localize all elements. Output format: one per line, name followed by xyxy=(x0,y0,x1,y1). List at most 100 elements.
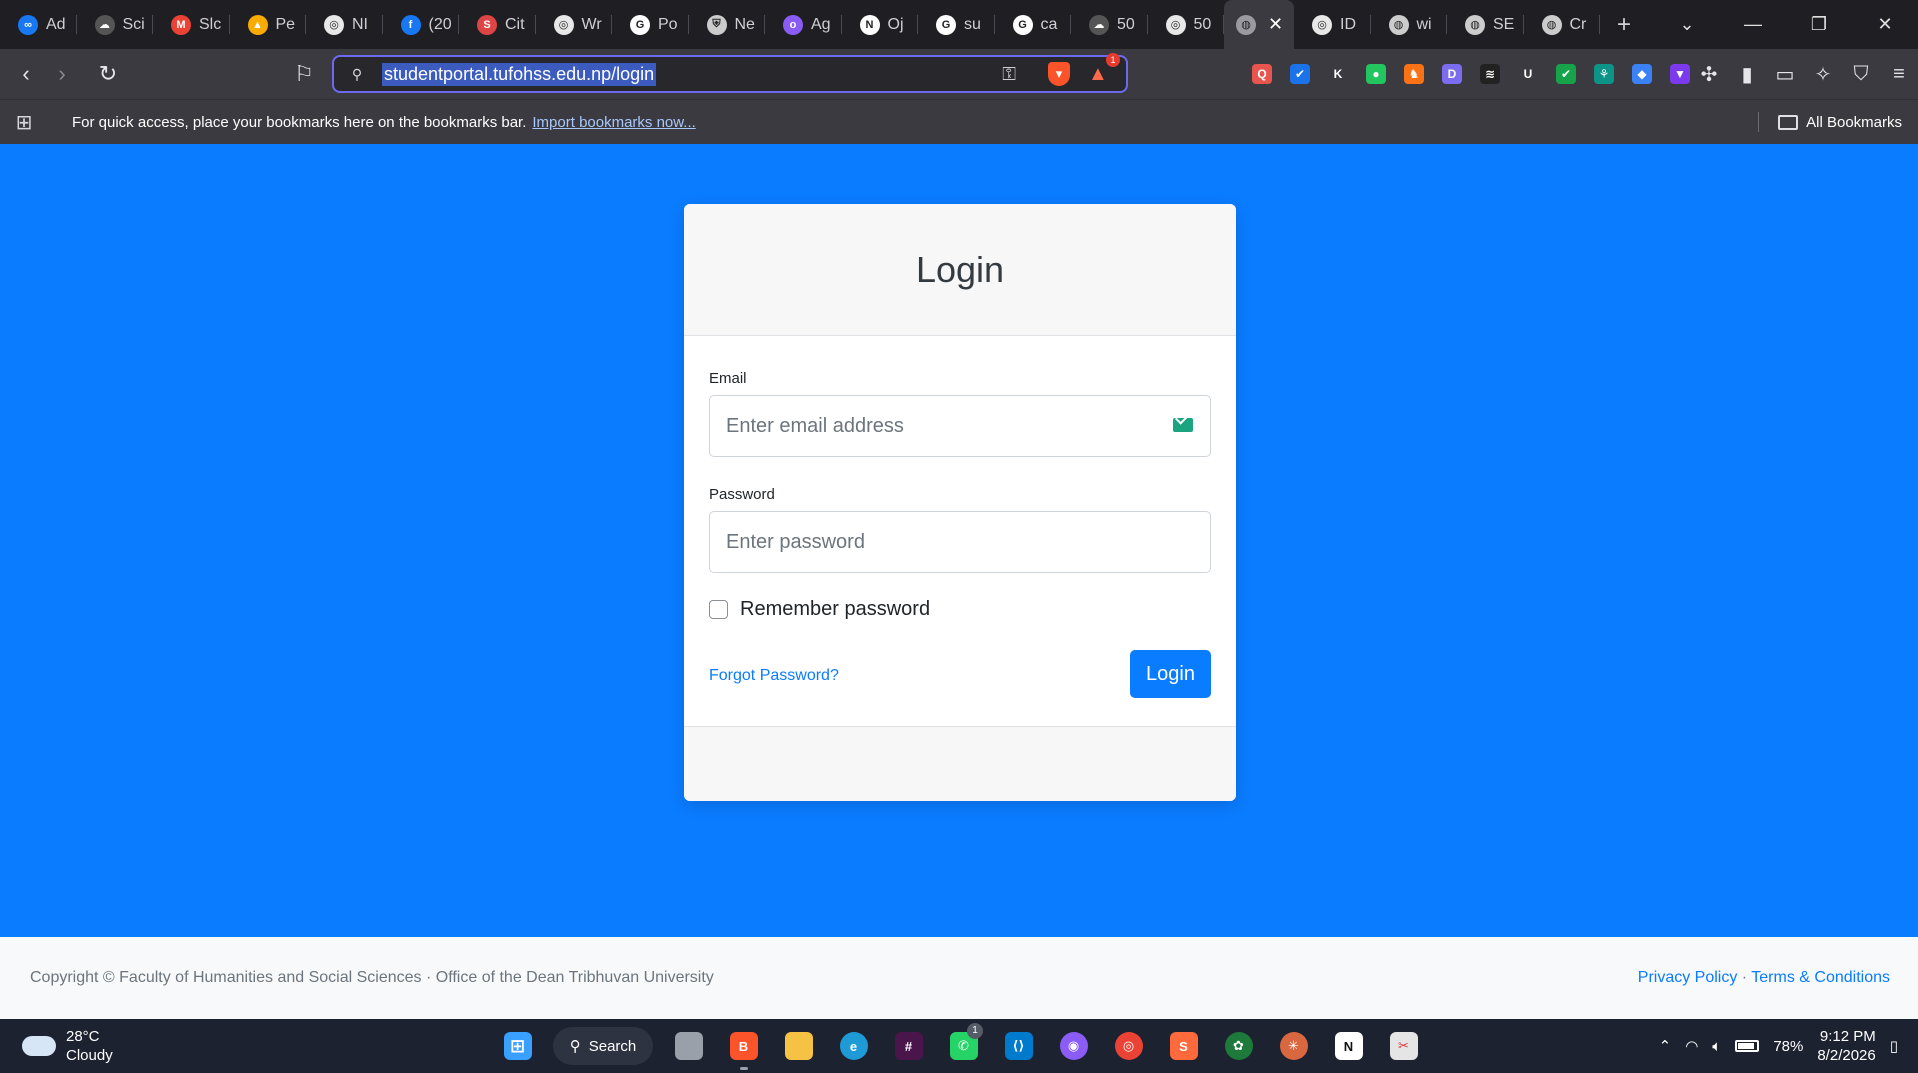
restore-button[interactable]: ❐ xyxy=(1786,14,1852,35)
clock[interactable]: 9:12 PM 8/2/2026 xyxy=(1817,1027,1875,1065)
remember-checkbox[interactable] xyxy=(709,600,728,619)
brave-shields-icon[interactable]: ▾ xyxy=(1048,62,1070,86)
close-tab-icon[interactable]: ✕ xyxy=(1268,14,1283,35)
tab[interactable]: M Slc xyxy=(153,0,230,49)
tab[interactable]: ◍ wi xyxy=(1371,0,1448,49)
minimize-button[interactable]: — xyxy=(1720,14,1786,35)
taskbar-vscode[interactable]: ⟨⟩ xyxy=(991,1019,1046,1073)
import-bookmarks-link[interactable]: Import bookmarks now... xyxy=(532,114,695,131)
menu-icon[interactable]: ≡ xyxy=(1880,63,1918,86)
extension-button[interactable]: D xyxy=(1433,49,1471,99)
wifi-icon[interactable]: ◠ xyxy=(1685,1037,1698,1055)
leo-ai-icon[interactable]: ✧ xyxy=(1804,62,1842,87)
show-hidden-icons-icon[interactable]: ⌃ xyxy=(1659,1037,1672,1055)
footer-links: Privacy Policy · Terms & Conditions xyxy=(1638,969,1890,987)
tab-search-chevron-icon[interactable]: ⌄ xyxy=(1654,14,1720,35)
tab[interactable]: f (20 xyxy=(383,0,460,49)
taskbar-github[interactable]: ◉ xyxy=(1046,1019,1101,1073)
tab[interactable]: ◍ Cr xyxy=(1524,0,1601,49)
shield-icon: ⛨ xyxy=(706,14,727,35)
battery-icon[interactable] xyxy=(1735,1040,1760,1052)
terms-conditions-link[interactable]: Terms & Conditions xyxy=(1751,969,1890,986)
taskbar-whatsapp[interactable]: ✆ 1 xyxy=(936,1019,991,1073)
tab[interactable]: ⛨ Ne xyxy=(689,0,766,49)
volume-icon[interactable]: 🔈︎ xyxy=(1712,1038,1721,1055)
tab[interactable]: ∞ Ad xyxy=(0,0,77,49)
tab[interactable]: ◎ 50 xyxy=(1148,0,1225,49)
reload-button[interactable]: ↻ xyxy=(90,56,126,92)
url-text[interactable]: studentportal.tufohss.edu.np/login xyxy=(382,62,657,86)
forgot-password-link[interactable]: Forgot Password? xyxy=(709,667,839,685)
tab[interactable]: S Cit xyxy=(459,0,536,49)
privacy-policy-link[interactable]: Privacy Policy xyxy=(1638,969,1738,986)
tab-label: Pe xyxy=(275,15,296,33)
bookmark-icon[interactable]: ⚐ xyxy=(286,56,322,92)
extension-button[interactable]: U xyxy=(1509,49,1547,99)
extension-button[interactable]: ◆ xyxy=(1623,49,1661,99)
tab[interactable]: ▲ Pe xyxy=(230,0,307,49)
notifications-icon[interactable]: ▯ xyxy=(1890,1037,1898,1055)
time: 9:12 PM xyxy=(1819,1028,1876,1045)
tab[interactable]: Gsu xyxy=(918,0,995,49)
tab-label: NI xyxy=(352,15,368,33)
password-key-icon[interactable]: ⚿ xyxy=(1002,64,1016,85)
new-tab-button[interactable]: + xyxy=(1600,11,1648,39)
tab[interactable]: N Oj xyxy=(842,0,919,49)
extension-button[interactable]: ♞ xyxy=(1395,49,1433,99)
extension-button[interactable]: ✔ xyxy=(1281,49,1319,99)
google-icon: G xyxy=(1012,14,1033,35)
extension-button[interactable]: Q xyxy=(1243,49,1281,99)
password-field[interactable] xyxy=(709,511,1211,573)
extension-button[interactable]: ✔ xyxy=(1547,49,1585,99)
taskbar-notion[interactable]: N xyxy=(1321,1019,1376,1073)
taskbar-sublime[interactable]: S xyxy=(1156,1019,1211,1073)
email-field[interactable] xyxy=(709,395,1211,457)
agent-icon: o xyxy=(783,14,803,35)
taskbar-chrome[interactable]: ◎ xyxy=(1101,1019,1156,1073)
taskbar-app-green[interactable]: ✿ xyxy=(1211,1019,1266,1073)
tab-active[interactable]: ◍ ✕ xyxy=(1224,0,1294,49)
cloud-icon xyxy=(22,1036,56,1056)
login-form: Email Password Remember password Forgot … xyxy=(684,336,1236,726)
tab[interactable]: G Po xyxy=(612,0,689,49)
extensions-puzzle-icon[interactable]: ✣ xyxy=(1690,62,1728,87)
taskbar-claude[interactable]: ✳ xyxy=(1266,1019,1321,1073)
task-view-button[interactable] xyxy=(661,1019,716,1073)
email-autofill-icon[interactable] xyxy=(1173,418,1193,432)
close-window-button[interactable]: ✕ xyxy=(1852,14,1918,35)
taskbar-edge[interactable]: e xyxy=(826,1019,881,1073)
taskbar-slack[interactable]: # xyxy=(881,1019,936,1073)
login-button[interactable]: Login xyxy=(1130,650,1211,698)
vpn-shield-icon[interactable]: ⛉ xyxy=(1842,63,1880,86)
tab[interactable]: ◎ ID xyxy=(1294,0,1371,49)
address-bar[interactable]: ⚲ studentportal.tufohss.edu.np/login ⚿ ▾… xyxy=(332,53,1128,93)
tab[interactable]: ◎ Wr xyxy=(536,0,613,49)
extension-button[interactable]: ● xyxy=(1357,49,1395,99)
back-button[interactable]: ‹ xyxy=(8,56,44,92)
wallet-icon[interactable]: ▭ xyxy=(1766,62,1804,87)
remember-password[interactable]: Remember password xyxy=(709,598,930,621)
taskbar-snipping[interactable]: ✂ xyxy=(1376,1019,1431,1073)
extension-button[interactable]: ≋ xyxy=(1471,49,1509,99)
all-bookmarks-button[interactable]: All Bookmarks xyxy=(1758,112,1902,132)
forward-button[interactable]: › xyxy=(44,56,80,92)
start-button[interactable]: ⊞ xyxy=(490,1019,545,1073)
tab[interactable]: o Ag xyxy=(765,0,842,49)
apps-grid-icon[interactable]: ⊞ xyxy=(0,110,48,135)
taskbar-file-explorer[interactable] xyxy=(771,1019,826,1073)
taskbar-brave[interactable]: B xyxy=(716,1019,771,1073)
taskbar-search[interactable]: ⚲ Search xyxy=(553,1027,653,1065)
copyright-text: Copyright © Faculty of Humanities and So… xyxy=(30,969,714,986)
brave-rewards-icon[interactable]: ▲ xyxy=(1088,63,1112,85)
running-indicator xyxy=(739,1067,748,1070)
site-info-icon[interactable]: ⚲ xyxy=(342,66,372,83)
sidebar-toggle-icon[interactable]: ▮ xyxy=(1728,62,1766,87)
tab[interactable]: ◍ SE xyxy=(1447,0,1524,49)
tab[interactable]: ☁ 50 xyxy=(1071,0,1148,49)
tab[interactable]: ☁ Sci xyxy=(77,0,154,49)
extension-button[interactable]: K xyxy=(1319,49,1357,99)
tab[interactable]: ◎ NI xyxy=(306,0,383,49)
weather-widget[interactable]: 28°C Cloudy xyxy=(22,1027,113,1065)
extension-button[interactable]: ⚘ xyxy=(1585,49,1623,99)
tab[interactable]: Gca xyxy=(995,0,1072,49)
